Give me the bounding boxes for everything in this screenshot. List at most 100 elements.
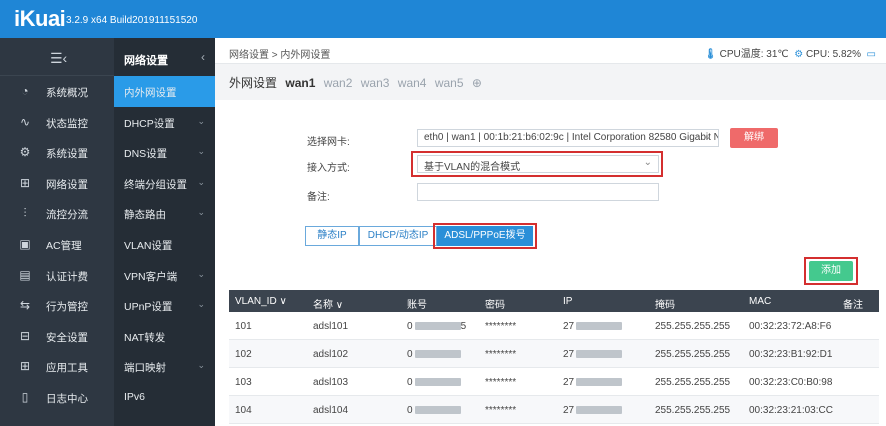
sidebar-item-11[interactable]: ▯ 日志中心 (0, 382, 114, 413)
sidebar-item-label: 系统设置 (46, 148, 88, 161)
table-row[interactable]: 103 adsl103 0 ******** 27 255.255.255.255 00:3… (229, 368, 879, 396)
account-visible: 0 (407, 349, 413, 360)
subnav-item-6[interactable]: VLAN设置 (114, 229, 215, 260)
chevron-down-icon: ⌄ (197, 207, 205, 218)
primary-sidebar: ☰‹ ◔ 系统概况 ∿ 状态监控 ⚙ 系统设置 ⊞ 网络设置 ⫶ 流控分流 ▣ AC管理 ▤ 认证计费 ⇆ 行… (0, 38, 114, 426)
sidebar-item-4[interactable]: ⊞ 网络设置 (0, 168, 114, 199)
tab-wan1[interactable]: wan1 (285, 76, 315, 90)
subnav-item-label: NAT转发 (124, 331, 166, 344)
chevron-down-icon: ⌄ (197, 360, 205, 371)
sidebar-item-2[interactable]: ∿ 状态监控 (0, 107, 114, 138)
sidebar-item-7[interactable]: ▤ 认证计费 (0, 260, 114, 291)
pulse-icon: ∿ (19, 114, 31, 129)
subnav-item-1[interactable]: 内外网设置 (114, 76, 215, 107)
sidebar-item-1[interactable]: ◔ 系统概况 (0, 76, 114, 107)
cell-account: 0 (407, 349, 461, 360)
cell-ip: 27 (563, 321, 623, 332)
redacted-mark (414, 378, 461, 387)
account-tail: 5 (460, 321, 467, 332)
nic-select[interactable]: eth0 | wan1 | 00:1b:21:b6:02:9c | Intel … (417, 129, 719, 147)
cell-mac: 00:32:23:21:03:CC (749, 405, 833, 416)
subnav-item-label: VLAN设置 (124, 239, 173, 252)
col-vlan-id[interactable]: VLAN_ID ∨ (235, 296, 287, 307)
wan-tabs-bar: 外网设置 wan1 wan2 wan3 wan4 wan5 ⊕ (215, 64, 886, 100)
cell-ip: 27 (563, 377, 623, 388)
subnav-item-3[interactable]: DNS设置 ⌄ (114, 137, 215, 168)
redacted-mark (576, 350, 623, 359)
sidebar-item-label: 应用工具 (46, 362, 88, 375)
table-row[interactable]: 101 adsl101 0 5 ******** 27 255.255.255.255 00:… (229, 312, 879, 340)
sidebar-item-6[interactable]: ▣ AC管理 (0, 229, 114, 260)
col-name[interactable]: 名称 ∨ (313, 296, 343, 311)
segment-dhcp[interactable]: DHCP/动态IP (359, 226, 437, 246)
tab-wan2[interactable]: wan2 (324, 76, 353, 90)
sidebar-item-label: AC管理 (46, 239, 82, 252)
tab-wan5[interactable]: wan5 (435, 76, 464, 90)
sidebar-item-9[interactable]: ⊟ 安全设置 (0, 321, 114, 352)
sidebar-item-label: 流控分流 (46, 209, 88, 222)
log-icon: ▯ (21, 389, 29, 404)
subnav-item-11[interactable]: IPv6 (114, 382, 215, 413)
ip-visible: 27 (563, 321, 575, 332)
cell-vlan-id: 103 (235, 377, 252, 388)
tab-wan4[interactable]: wan4 (398, 76, 427, 90)
wan-tabs: 外网设置 wan1 wan2 wan3 wan4 wan5 ⊕ (229, 74, 487, 91)
gauge-icon: ◔ (21, 84, 29, 98)
sidebar-item-8[interactable]: ⇆ 行为管控 (0, 290, 114, 321)
secondary-sidebar: 网络设置 ‹ 内外网设置 DHCP设置 ⌄ DNS设置 ⌄ 终端分组设置 ⌄ 静态路由 ⌄ VLA… (114, 38, 215, 426)
segment-static-ip[interactable]: 静态IP (305, 226, 359, 246)
cpu-temperature: CPU温度: 31℃ (719, 49, 789, 60)
subnav-item-label: VPN客户端 (124, 270, 178, 283)
cell-mask: 255.255.255.255 (655, 405, 731, 416)
sidebar-item-5[interactable]: ⫶ 流控分流 (0, 198, 114, 229)
cell-mask: 255.255.255.255 (655, 349, 731, 360)
section-title: 网络设置 (124, 55, 168, 67)
cell-password: ******** (485, 405, 517, 416)
tab-external-settings[interactable]: 外网设置 (229, 76, 277, 90)
sidebar-item-label: 状态监控 (46, 117, 88, 130)
cell-ip: 27 (563, 349, 623, 360)
chevron-down-icon: ⌄ (197, 146, 205, 157)
tab-wan3[interactable]: wan3 (361, 76, 390, 90)
cell-vlan-id: 104 (235, 405, 252, 416)
cell-mask: 255.255.255.255 (655, 321, 731, 332)
firmware-version: 3.2.9 x64 Build201911151520 (66, 15, 198, 26)
subnav-item-8[interactable]: UPnP设置 ⌄ (114, 290, 215, 321)
collapse-icon[interactable]: ‹ (201, 50, 205, 64)
sidebar-item-3[interactable]: ⚙ 系统设置 (0, 137, 114, 168)
subnav-item-9[interactable]: NAT转发 (114, 321, 215, 352)
sidebar-item-label: 认证计费 (46, 270, 88, 283)
cell-password: ******** (485, 349, 517, 360)
network-icon: ⊞ (19, 175, 31, 190)
chevron-down-icon: ⌄ (703, 131, 712, 142)
subnav-item-7[interactable]: VPN客户端 ⌄ (114, 260, 215, 291)
sidebar-item-10[interactable]: ⊞ 应用工具 (0, 351, 114, 382)
chevron-down-icon: ⌄ (197, 268, 205, 279)
subnav-item-4[interactable]: 终端分组设置 ⌄ (114, 168, 215, 199)
table-row[interactable]: 104 adsl104 0 ******** 27 255.255.255.255 00:3… (229, 396, 879, 424)
cell-mac: 00:32:23:B1:92:D1 (749, 349, 833, 360)
sidebar-item-label: 系统概况 (46, 87, 88, 99)
add-tab-icon[interactable]: ⊕ (472, 76, 482, 90)
sidebar-item-label: 安全设置 (46, 331, 88, 344)
table-row[interactable]: 102 adsl102 0 ******** 27 255.255.255.255 00:3… (229, 340, 879, 368)
sidebar-toggle[interactable]: ☰‹ (0, 38, 114, 76)
ip-visible: 27 (563, 349, 575, 360)
note-input[interactable] (417, 183, 659, 201)
ip-visible: 27 (563, 405, 575, 416)
arrows-icon: ⇆ (19, 298, 31, 313)
subnav-item-10[interactable]: 端口映射 ⌄ (114, 351, 215, 382)
col-ip: IP (563, 296, 573, 307)
chevron-down-icon: ⌄ (197, 176, 205, 187)
subnav-item-2[interactable]: DHCP设置 ⌄ (114, 107, 215, 138)
screen-icon[interactable]: ▭ (867, 49, 876, 60)
sliders-icon: ⫶ (23, 206, 27, 221)
cell-vlan-id: 101 (235, 321, 252, 332)
redacted-mark (414, 406, 461, 415)
unbind-button[interactable]: 解绑 (730, 128, 778, 148)
cell-account: 05 (407, 321, 466, 332)
subnav-item-5[interactable]: 静态路由 ⌄ (114, 198, 215, 229)
redacted-mark (414, 322, 461, 331)
menu-icon[interactable]: ☰‹ (50, 50, 67, 67)
sidebar-item-label: 网络设置 (46, 178, 88, 191)
